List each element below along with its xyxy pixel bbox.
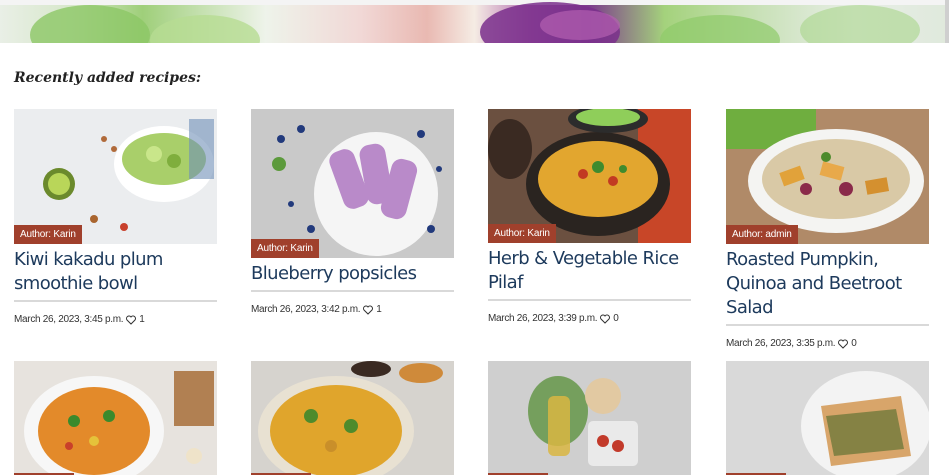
recipe-date: March 26, 2023, 3:39 p.m. <box>488 313 598 324</box>
recipe-meta: March 26, 2023, 3:45 p.m. 1 <box>14 314 217 325</box>
recipe-image[interactable] <box>251 361 454 475</box>
like-count: 0 <box>613 313 619 324</box>
heart-icon[interactable] <box>838 339 849 349</box>
divider <box>14 300 217 302</box>
heart-icon[interactable] <box>126 315 137 325</box>
recipe-card[interactable]: Author: Karin Herb & Vegetable Rice Pila… <box>488 109 691 324</box>
recipe-title[interactable]: Blueberry popsicles <box>251 262 454 286</box>
author-badge[interactable]: Author: admin <box>726 225 798 244</box>
recipe-card[interactable]: Author: Karin Kiwi kakadu plum smoothie … <box>14 109 217 325</box>
recipe-image[interactable] <box>14 361 217 475</box>
recipe-image[interactable] <box>488 361 691 475</box>
recipe-card[interactable]: Author: Karin Blueberry popsicles March … <box>251 109 454 315</box>
divider <box>251 290 454 292</box>
recipe-card[interactable] <box>251 361 454 475</box>
recipe-title[interactable]: Herb & Vegetable Rice Pilaf <box>488 247 691 295</box>
author-badge[interactable]: Author: Karin <box>251 239 319 258</box>
recipe-meta: March 26, 2023, 3:35 p.m. 0 <box>726 338 929 349</box>
header-banner <box>0 0 949 43</box>
heart-icon[interactable] <box>363 305 374 315</box>
recipe-card[interactable] <box>488 361 691 475</box>
recipe-meta: March 26, 2023, 3:39 p.m. 0 <box>488 313 691 324</box>
like-count: 1 <box>376 304 382 315</box>
recipe-image[interactable] <box>726 361 929 475</box>
recipe-title[interactable]: Roasted Pumpkin, Quinoa and Beetroot Sal… <box>726 248 929 320</box>
recipe-card[interactable] <box>726 361 929 475</box>
recipe-image[interactable]: Author: Karin <box>14 109 217 244</box>
author-badge[interactable]: Author: Karin <box>488 224 556 243</box>
section-title: Recently added recipes: <box>14 70 202 86</box>
like-count: 1 <box>139 314 145 325</box>
recipe-date: March 26, 2023, 3:35 p.m. <box>726 338 836 349</box>
recipe-date: March 26, 2023, 3:45 p.m. <box>14 314 124 325</box>
author-badge[interactable]: Author: Karin <box>14 225 82 244</box>
recipe-title[interactable]: Kiwi kakadu plum smoothie bowl <box>14 248 217 296</box>
recipe-image[interactable]: Author: Karin <box>488 109 691 243</box>
recipe-image[interactable]: Author: admin <box>726 109 929 244</box>
divider <box>488 299 691 301</box>
like-count: 0 <box>851 338 857 349</box>
recipe-card[interactable] <box>14 361 217 475</box>
recipe-date: March 26, 2023, 3:42 p.m. <box>251 304 361 315</box>
divider <box>726 324 929 326</box>
heart-icon[interactable] <box>600 314 611 324</box>
recipe-card[interactable]: Author: admin Roasted Pumpkin, Quinoa an… <box>726 109 929 349</box>
recipe-meta: March 26, 2023, 3:42 p.m. 1 <box>251 304 454 315</box>
recipe-image[interactable]: Author: Karin <box>251 109 454 258</box>
